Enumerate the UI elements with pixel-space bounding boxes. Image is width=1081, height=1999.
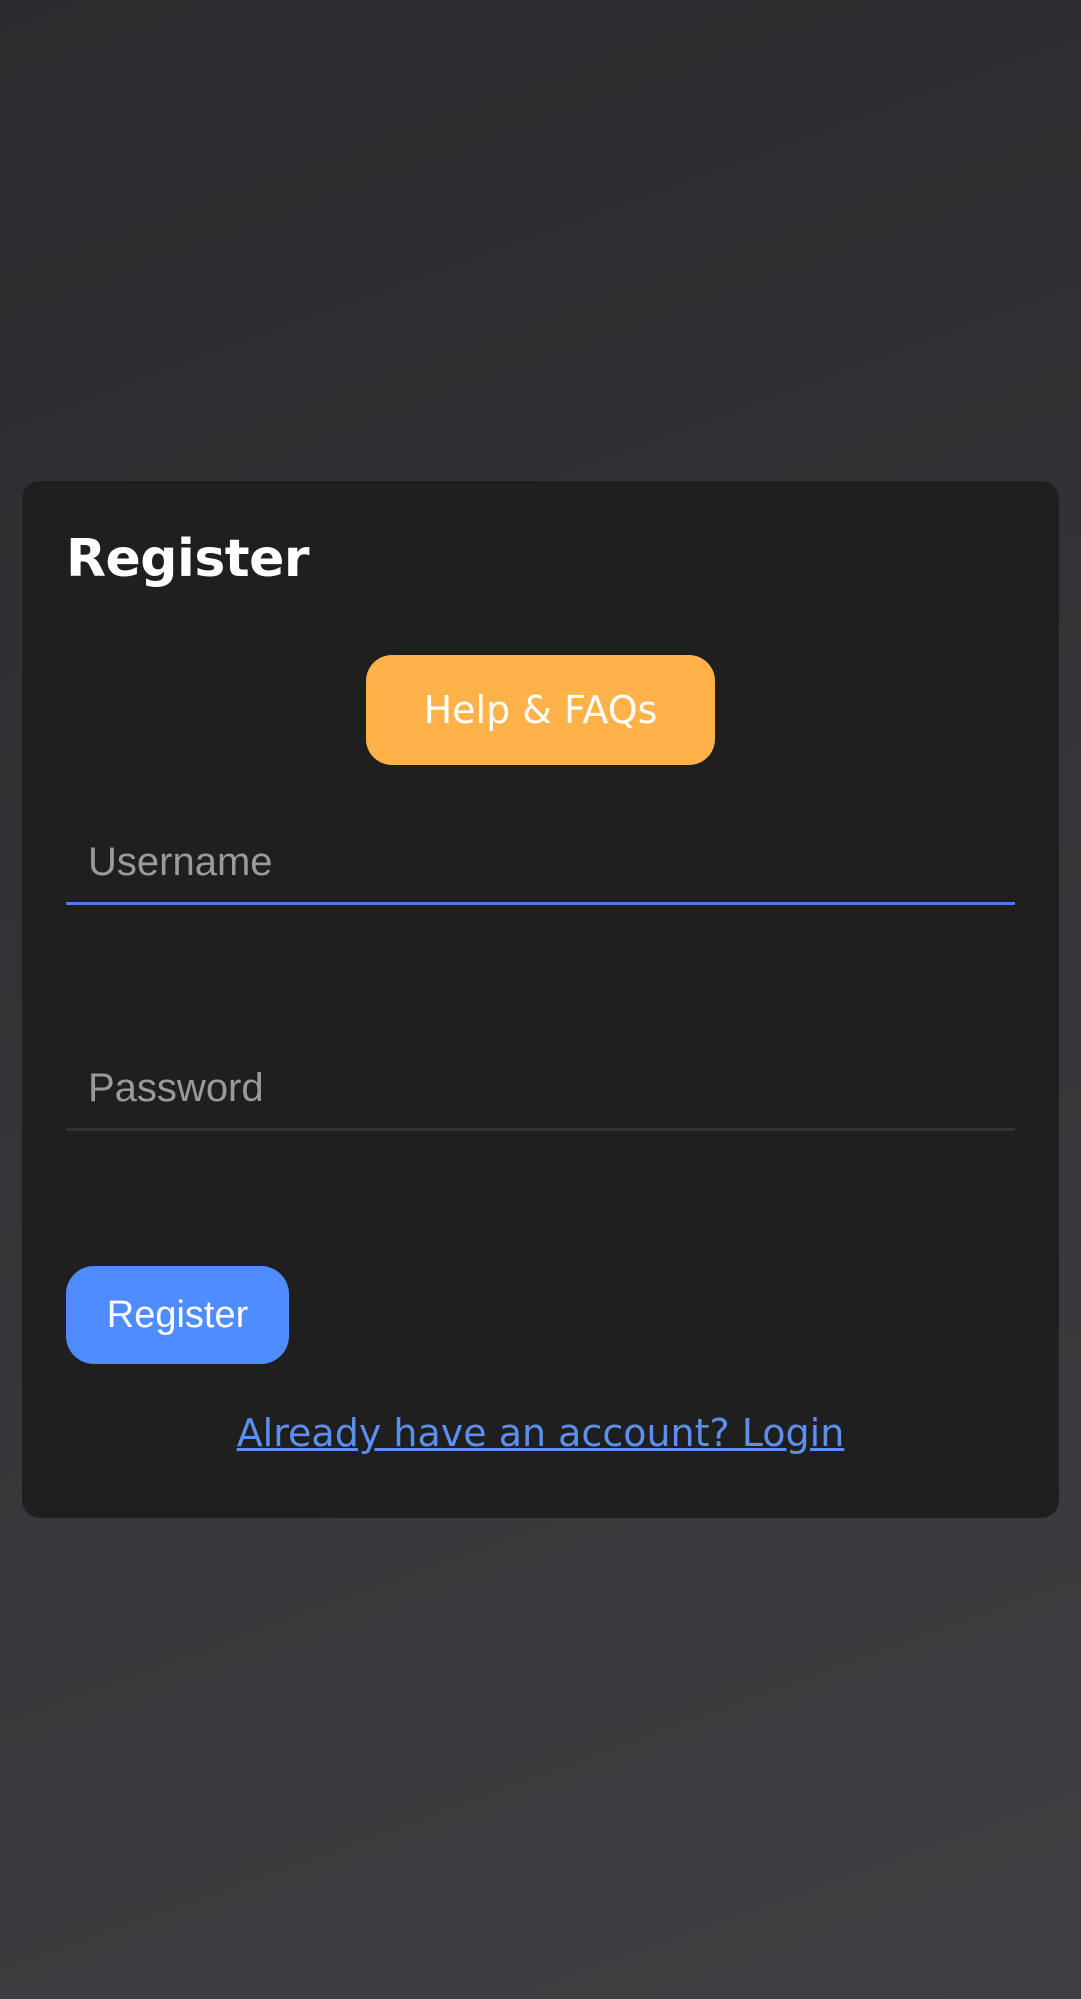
help-faqs-button[interactable]: Help & FAQs	[366, 655, 715, 765]
login-link[interactable]: Already have an account? Login	[22, 1414, 1059, 1452]
username-input[interactable]	[66, 823, 1015, 905]
page-title: Register	[66, 529, 310, 589]
register-card: Register Help & FAQs Register Already ha…	[22, 481, 1059, 1518]
register-button[interactable]: Register	[66, 1266, 289, 1364]
password-input[interactable]	[66, 1049, 1015, 1131]
